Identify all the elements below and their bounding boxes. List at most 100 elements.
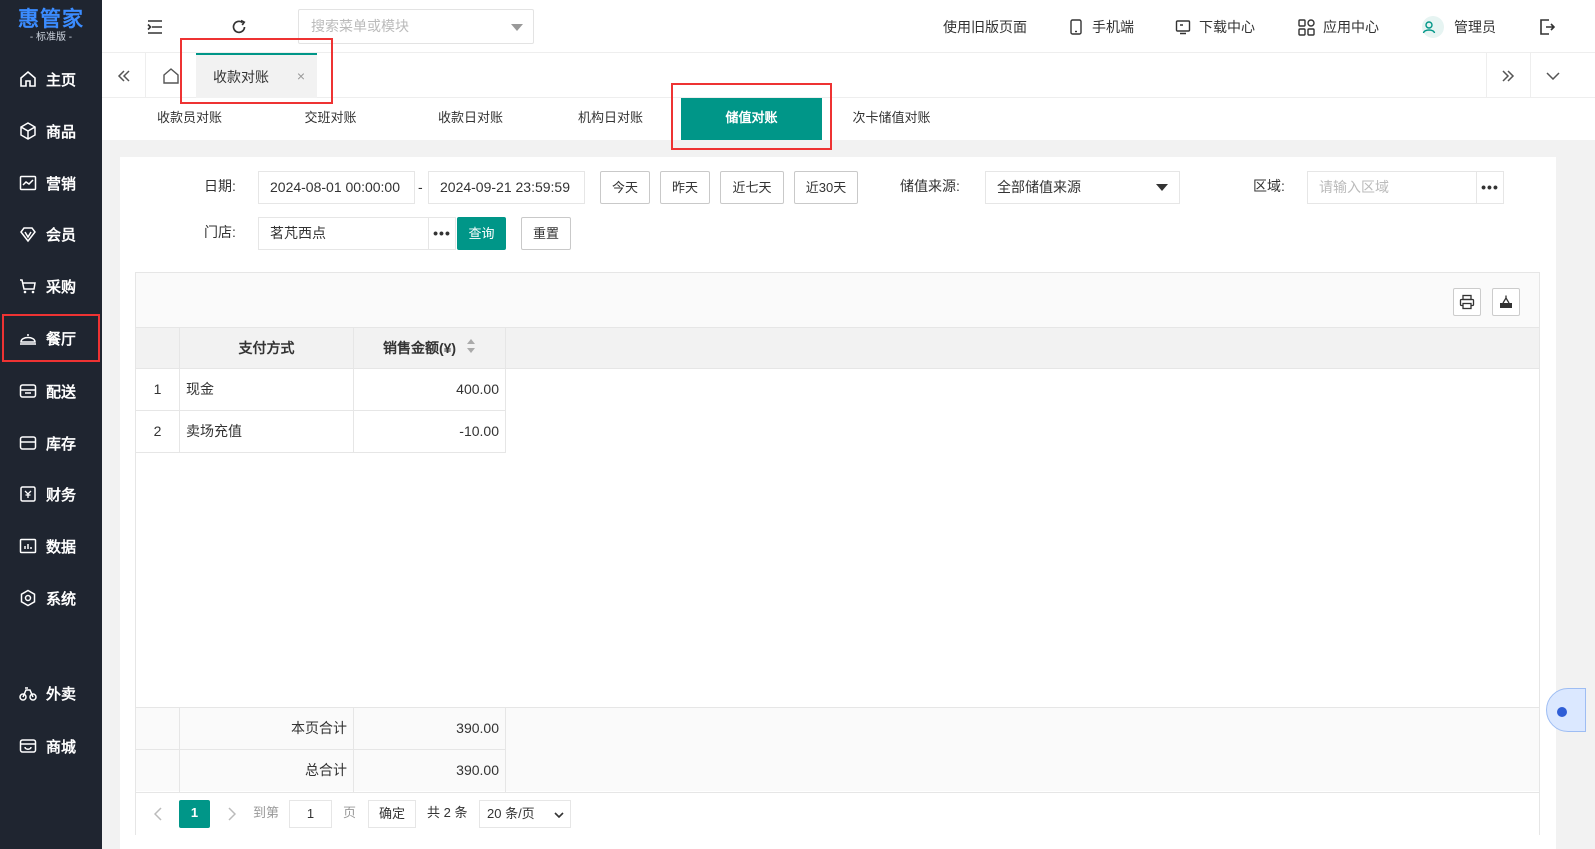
sidebar-item-goods[interactable]: 商品: [0, 105, 102, 157]
query-button[interactable]: 查询: [457, 217, 506, 250]
user-menu[interactable]: 管理员: [1422, 16, 1496, 38]
sidebar-item-member[interactable]: 会员: [0, 208, 102, 260]
sidebar-item-label: 采购: [46, 278, 77, 296]
tabs-scroll-right-icon[interactable]: [1486, 53, 1528, 98]
chevron-down-icon: [1156, 184, 1168, 191]
data-table: 支付方式 销售金额(¥) 1 现金 400.00 2 卖场充值 -10.00 本…: [135, 272, 1540, 835]
topbar: 搜索菜单或模块 使用旧版页面 手机端 下载中心 应用中心 管理员: [102, 0, 1595, 53]
subtab-daily-reconciliation[interactable]: 收款日对账: [400, 98, 541, 140]
phone-icon: [1070, 19, 1082, 35]
subtab-stored-value-reconciliation[interactable]: 储值对账: [681, 98, 822, 140]
store-label: 门店:: [204, 224, 236, 240]
search-placeholder: 搜索菜单或模块: [311, 18, 409, 34]
goto-label: 到第: [253, 805, 280, 820]
yesterday-button[interactable]: 昨天: [660, 171, 710, 204]
source-select[interactable]: 全部储值来源: [985, 171, 1180, 204]
subtab-org-daily-reconciliation[interactable]: 机构日对账: [540, 98, 681, 140]
sidebar-item-mall[interactable]: 商城: [0, 720, 102, 772]
cloche-icon: [18, 328, 38, 348]
last-30-days-button[interactable]: 近30天: [794, 171, 858, 204]
old-page-label: 使用旧版页面: [943, 19, 1027, 35]
export-icon[interactable]: [1492, 288, 1520, 316]
bike-icon: [18, 683, 38, 703]
column-header-payment-method: 支付方式: [180, 328, 354, 369]
home-icon: [163, 67, 179, 84]
column-header-sales-amount[interactable]: 销售金额(¥): [354, 328, 506, 369]
app-center-link[interactable]: 应用中心: [1298, 16, 1379, 38]
page-number-input[interactable]: 1: [289, 800, 332, 828]
date-end-input[interactable]: 2024-09-21 23:59:59: [428, 171, 585, 204]
subtab-cashier-reconciliation[interactable]: 收款员对账: [119, 98, 260, 140]
tabs-dropdown-icon[interactable]: [1530, 53, 1574, 98]
row-index: 1: [136, 369, 180, 411]
goto-confirm-button[interactable]: 确定: [368, 800, 416, 828]
grand-total-label: 总合计: [180, 750, 354, 792]
truck-icon: [18, 381, 38, 401]
sidebar-item-home[interactable]: 主页: [0, 53, 102, 105]
sidebar-item-label: 商品: [46, 123, 77, 141]
next-page-icon[interactable]: [224, 800, 240, 828]
tabs-scroll-left-icon[interactable]: [102, 53, 146, 98]
sidebar-item-label: 数据: [46, 538, 77, 556]
footer-index-cell: [136, 708, 180, 750]
subtab-shift-reconciliation[interactable]: 交班对账: [260, 98, 401, 140]
sidebar-item-label: 外卖: [46, 685, 77, 703]
prev-page-icon[interactable]: [150, 800, 166, 828]
sidebar-item-delivery[interactable]: 配送: [0, 365, 102, 417]
logo-main: 惠管家: [18, 8, 84, 31]
date-start-input[interactable]: 2024-08-01 00:00:00: [258, 171, 415, 204]
store-input[interactable]: 茗芃西点: [258, 217, 431, 250]
logout-icon[interactable]: [1536, 16, 1558, 38]
sort-icon[interactable]: [466, 329, 476, 370]
old-page-link[interactable]: 使用旧版页面: [943, 16, 1027, 38]
sidebar-item-restaurant[interactable]: 餐厅: [0, 312, 102, 364]
menu-toggle-icon[interactable]: [144, 16, 166, 38]
download-label: 下载中心: [1199, 19, 1255, 35]
menu-search-select[interactable]: 搜索菜单或模块: [298, 9, 534, 44]
sidebar-item-purchase[interactable]: 采购: [0, 260, 102, 312]
sidebar-item-label: 餐厅: [46, 330, 77, 348]
sidebar-item-label: 商城: [46, 738, 77, 756]
data-icon: [18, 536, 38, 556]
diamond-icon: [18, 224, 38, 244]
refresh-icon[interactable]: [228, 16, 250, 38]
sidebar-item-data[interactable]: 数据: [0, 520, 102, 572]
page-tabs-bar: 收款对账 ×: [102, 53, 1595, 98]
today-button[interactable]: 今天: [600, 171, 650, 204]
apps-label: 应用中心: [1323, 19, 1379, 35]
sales-amount-cell: -10.00: [354, 411, 506, 453]
close-icon[interactable]: ×: [297, 68, 305, 84]
sidebar-item-stock[interactable]: 库存: [0, 417, 102, 469]
home-icon: [18, 69, 38, 89]
reset-button[interactable]: 重置: [521, 217, 571, 250]
store-more-button[interactable]: •••: [428, 217, 456, 250]
grand-total-amount: 390.00: [354, 750, 506, 792]
tab-home[interactable]: [146, 53, 196, 98]
region-input[interactable]: 请输入区域: [1307, 171, 1477, 204]
download-center-link[interactable]: 下载中心: [1175, 16, 1255, 38]
sidebar-item-label: 配送: [46, 383, 77, 401]
table-toolbar: [136, 273, 1539, 328]
sidebar-item-takeaway[interactable]: 外卖: [0, 667, 102, 719]
source-label: 储值来源:: [900, 178, 960, 194]
sales-amount-cell: 400.00: [354, 369, 506, 411]
page-size-select[interactable]: 20 条/页: [479, 800, 571, 828]
sidebar-item-label: 主页: [46, 71, 77, 89]
box-icon: [18, 121, 38, 141]
last-7-days-button[interactable]: 近七天: [720, 171, 784, 204]
chart-icon: [18, 173, 38, 193]
sidebar: 惠管家 - 标准版 - 主页 商品 营销 会员 采购 餐厅 配送 库存 财务 数…: [0, 0, 102, 849]
region-more-button[interactable]: •••: [1476, 171, 1504, 204]
print-icon[interactable]: [1453, 288, 1481, 316]
sidebar-item-finance[interactable]: 财务: [0, 468, 102, 520]
floating-assistant-button[interactable]: [1546, 688, 1586, 732]
page-1-button[interactable]: 1: [179, 800, 210, 828]
sidebar-item-marketing[interactable]: 营销: [0, 157, 102, 209]
mobile-link[interactable]: 手机端: [1068, 16, 1134, 38]
tab-collection-reconciliation[interactable]: 收款对账 ×: [196, 53, 317, 98]
source-value: 全部储值来源: [997, 179, 1081, 195]
cart-icon: [18, 276, 38, 296]
subtab-card-stored-value-reconciliation[interactable]: 次卡储值对账: [821, 98, 962, 140]
sidebar-item-system[interactable]: 系统: [0, 572, 102, 624]
chevron-down-icon: [511, 24, 523, 31]
